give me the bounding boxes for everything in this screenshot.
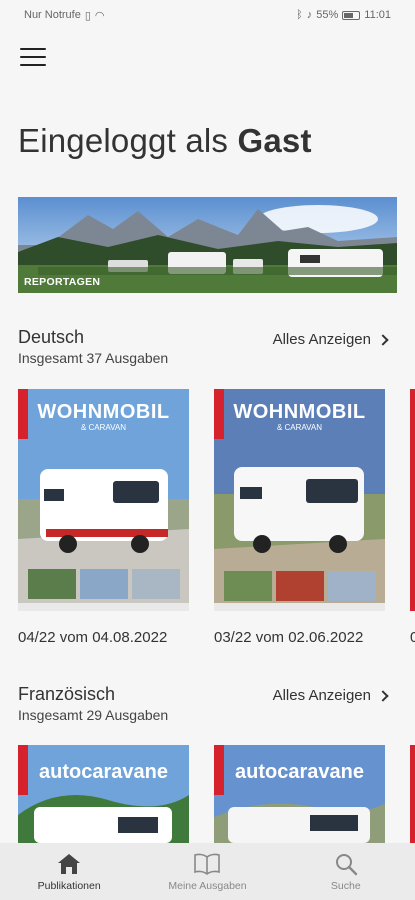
nav-label: Meine Ausgaben — [168, 879, 247, 892]
cover-masthead: autocaravane — [39, 761, 168, 783]
page-title: Eingeloggt als Gast — [18, 122, 312, 160]
cover-masthead: WOHNMOBIL — [37, 401, 170, 423]
menu-icon[interactable] — [20, 46, 46, 68]
reportagen-banner[interactable]: REPORTAGEN — [18, 197, 397, 293]
home-icon — [58, 853, 81, 874]
chevron-right-icon — [377, 333, 389, 346]
nav-item-suche[interactable]: Suche — [286, 852, 406, 892]
issue-cover[interactable]: autocaravane — [18, 745, 189, 843]
section-title-franzoesisch: Französisch — [18, 684, 116, 704]
mute-icon: ♪ — [306, 9, 313, 21]
see-all-franzoesisch-button[interactable]: Alles Anzeigen — [272, 687, 389, 704]
section-title-deutsch: Deutsch — [18, 327, 85, 347]
status-bar: Nur Notrufe ▯ ◠ ᛒ ♪ 55% 11:01 — [0, 0, 415, 30]
issue-caption: 03/22 vom 02.06.2022 — [214, 629, 364, 646]
bottom-navigation: Publikationen Meine Ausgaben Suche — [0, 843, 415, 900]
see-all-deutsch-button[interactable]: Alles Anzeigen — [272, 331, 389, 348]
see-all-label: Alles Anzeigen — [272, 331, 371, 348]
battery-percent: 55% — [316, 9, 339, 21]
section-subtitle-franzoesisch: Insgesamt 29 Ausgaben — [18, 707, 169, 723]
carrier-text: Nur Notrufe — [24, 9, 81, 21]
issue-cover[interactable]: autocaravane — [214, 745, 385, 843]
cover-masthead: WOHNMOBIL — [233, 401, 366, 423]
nav-item-publikationen[interactable]: Publikationen — [9, 852, 129, 892]
headline-user: Gast — [237, 122, 312, 159]
issue-cover[interactable]: WOHNMOBIL & CARAVAN — [18, 389, 189, 611]
see-all-label: Alles Anzeigen — [272, 687, 371, 704]
section-subtitle-deutsch: Insgesamt 37 Ausgaben — [18, 350, 169, 366]
banner-label: REPORTAGEN — [24, 276, 101, 288]
headline-prefix: Eingeloggt als — [18, 122, 229, 159]
sim-icon: ▯ — [84, 9, 91, 22]
bluetooth-icon: ᛒ — [296, 9, 303, 21]
nav-item-meine-ausgaben[interactable]: Meine Ausgaben — [147, 852, 267, 892]
book-icon — [194, 853, 221, 875]
cover-masthead-sub: & CARAVAN — [276, 423, 323, 432]
chevron-right-icon — [377, 689, 389, 702]
issue-cover-partial[interactable] — [410, 745, 415, 843]
issue-caption: 04/22 vom 04.08.2022 — [18, 629, 168, 646]
issue-cover-partial[interactable] — [410, 389, 415, 611]
clock: 11:01 — [364, 9, 391, 21]
cover-masthead: autocaravane — [235, 761, 364, 783]
wifi-icon: ◠ — [94, 9, 105, 22]
nav-label: Publikationen — [37, 879, 101, 892]
nav-label: Suche — [330, 879, 361, 892]
issue-cover[interactable]: WOHNMOBIL & CARAVAN — [214, 389, 385, 611]
issue-caption-partial: 0 — [410, 629, 415, 646]
battery-icon — [342, 10, 361, 20]
cover-masthead-sub: & CARAVAN — [80, 423, 127, 432]
search-icon — [335, 853, 358, 875]
